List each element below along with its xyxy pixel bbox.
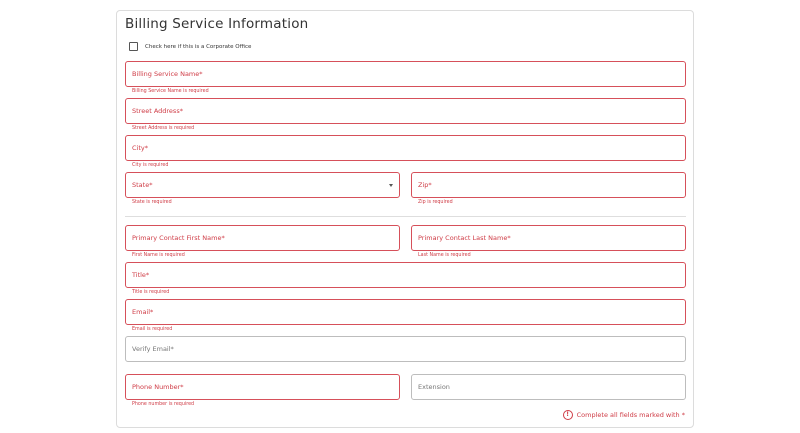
phone-number-error: Phone number is required [132,402,195,407]
first-name-input[interactable]: Primary Contact First Name* [125,225,400,251]
verify-email-input[interactable]: Verify Email* [125,336,686,362]
city-input[interactable]: City* [125,135,686,161]
city-error: City is required [132,163,169,168]
verify-email-label: Verify Email* [132,345,174,353]
title-input[interactable]: Title* [125,262,686,288]
last-name-error: Last Name is required [418,253,471,258]
first-name-error: First Name is required [132,253,185,258]
state-error: State is required [132,200,172,205]
title-label: Title* [132,271,150,279]
extension-input[interactable]: Extension [411,374,686,400]
street-address-error: Street Address is required [132,126,195,131]
extension-label: Extension [418,383,450,391]
billing-service-card: Billing Service Information Check here i… [116,10,694,428]
corporate-office-label: Check here if this is a Corporate Office [145,43,252,50]
section-title: Billing Service Information [125,16,309,32]
billing-service-name-input[interactable]: Billing Service Name* [125,61,686,87]
email-label: Email* [132,308,154,316]
city-label: City* [132,144,148,152]
last-name-label: Primary Contact Last Name* [418,234,511,242]
zip-label: Zip* [418,181,432,189]
section-divider [125,216,686,217]
warning-icon: ! [562,410,573,420]
billing-service-name-error: Billing Service Name is required [132,89,209,94]
email-input[interactable]: Email* [125,299,686,325]
zip-error: Zip is required [418,200,453,205]
last-name-input[interactable]: Primary Contact Last Name* [411,225,686,251]
required-fields-text: Complete all fields marked with * [576,411,685,419]
corporate-office-row[interactable]: Check here if this is a Corporate Office [129,42,251,51]
street-address-label: Street Address* [132,107,183,115]
billing-service-name-label: Billing Service Name* [132,70,203,78]
first-name-label: Primary Contact First Name* [132,234,225,242]
phone-number-input[interactable]: Phone Number* [125,374,400,400]
caret-down-icon [389,184,393,187]
zip-input[interactable]: Zip* [411,172,686,198]
corporate-office-checkbox[interactable] [129,42,138,51]
title-error: Title is required [132,290,170,295]
street-address-input[interactable]: Street Address* [125,98,686,124]
phone-number-label: Phone Number* [132,383,184,391]
email-error: Email is required [132,327,173,332]
required-fields-note: ! Complete all fields marked with * [562,410,685,420]
state-select[interactable]: State* [125,172,400,198]
state-label: State* [132,181,153,189]
